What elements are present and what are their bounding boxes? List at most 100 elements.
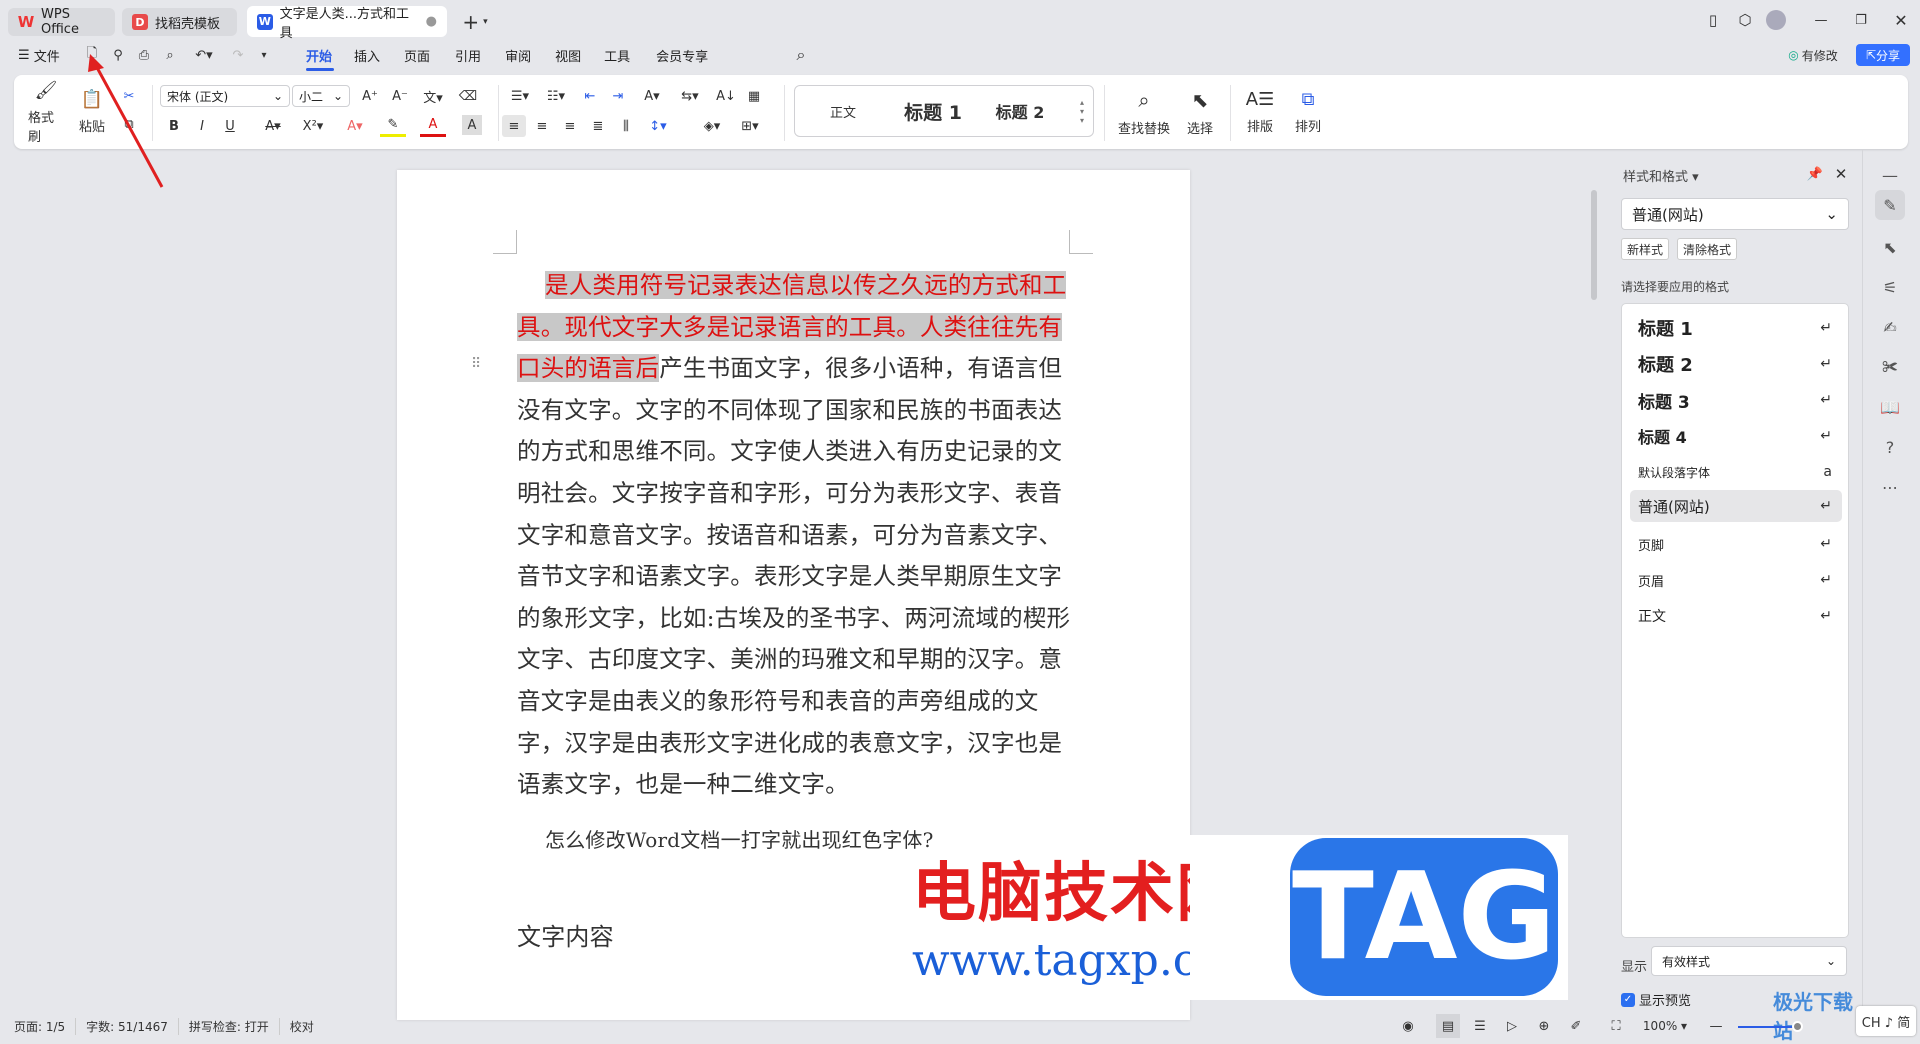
- menu-tab-7[interactable]: 会员专享: [656, 46, 708, 65]
- search-icon[interactable]: ⌕: [790, 44, 812, 66]
- sort-icon[interactable]: A↓: [716, 85, 736, 107]
- shading-button[interactable]: ◈▾: [698, 115, 726, 137]
- drag-handle-icon[interactable]: ⠿: [471, 356, 481, 372]
- tab-document[interactable]: W 文字是人类...方式和工具 ●: [247, 6, 447, 41]
- find-replace-button[interactable]: ⌕ 查找替换: [1114, 83, 1174, 141]
- page-indicator[interactable]: 页面: 1/5: [0, 1018, 77, 1035]
- web-view-icon[interactable]: ⊕: [1532, 1014, 1556, 1038]
- outline-view-icon[interactable]: ☰: [1468, 1014, 1492, 1038]
- adjust-sliders-icon[interactable]: ⚟: [1875, 272, 1905, 302]
- menu-tab-2[interactable]: 页面: [404, 46, 430, 65]
- collapse-icon[interactable]: —: [1875, 160, 1905, 190]
- new-tab-button[interactable]: + ▾: [455, 10, 495, 34]
- italic-button[interactable]: I: [192, 115, 212, 137]
- increase-indent-icon[interactable]: ⇥: [608, 85, 628, 107]
- align-left-button[interactable]: ≡: [502, 115, 526, 137]
- spell-check[interactable]: 拼写检查: 打开: [179, 1018, 280, 1035]
- text-direction-icon[interactable]: ⇆▾: [676, 85, 704, 107]
- cube-icon[interactable]: ⬡: [1732, 8, 1758, 32]
- menu-tab-0[interactable]: 开始: [306, 46, 332, 65]
- tools-icon[interactable]: ✀: [1875, 352, 1905, 382]
- style-item[interactable]: 标题 2 ↵: [1630, 348, 1842, 380]
- border-button[interactable]: ⊞▾: [736, 115, 764, 137]
- zoom-out-button[interactable]: —: [1706, 1014, 1726, 1038]
- text-effect-button[interactable]: A▾: [342, 115, 368, 137]
- phonetic-guide-icon[interactable]: 文▾: [418, 85, 448, 107]
- style-pen-icon[interactable]: ✎: [1875, 190, 1905, 220]
- line-spacing-button[interactable]: ↕▾: [644, 115, 672, 137]
- tab-docer[interactable]: D 找稻壳模板: [122, 8, 237, 36]
- minimize-button[interactable]: —: [1806, 8, 1836, 32]
- font-color-button[interactable]: A: [420, 115, 446, 137]
- share-button[interactable]: ⇱ 分享: [1856, 44, 1910, 66]
- style-item[interactable]: 正文 ↵: [1630, 600, 1842, 632]
- select-cursor-icon[interactable]: ⬉: [1875, 232, 1905, 262]
- style-heading-2[interactable]: 标题 2: [985, 98, 1055, 124]
- play-icon[interactable]: ▷: [1500, 1014, 1524, 1038]
- file-menu[interactable]: ☰ 文件: [18, 44, 60, 66]
- current-style-select[interactable]: 普通(网站) ⌄: [1621, 198, 1849, 230]
- ime-indicator[interactable]: CH ♪ 简: [1856, 1006, 1916, 1036]
- panel-title[interactable]: 样式和格式 ▾: [1623, 166, 1699, 185]
- font-size-select[interactable]: 小二 ⌄: [292, 85, 350, 107]
- zoom-level[interactable]: 100% ▾: [1640, 1014, 1690, 1038]
- clear-format-icon[interactable]: ⌫: [458, 85, 478, 107]
- layout-button[interactable]: A☰ 排版: [1240, 83, 1280, 141]
- menu-tab-6[interactable]: 工具: [604, 46, 630, 65]
- style-heading-1[interactable]: 标题 1: [893, 98, 973, 124]
- modified-status[interactable]: ◎ 有修改: [1783, 44, 1843, 66]
- style-normal[interactable]: 正文: [819, 100, 867, 122]
- style-item[interactable]: 默认段落字体 a: [1630, 456, 1842, 488]
- scroll-thumb[interactable]: [1591, 190, 1597, 300]
- show-preview-checkbox[interactable]: ✓ 显示预览: [1621, 990, 1691, 1009]
- menu-tab-5[interactable]: 视图: [555, 46, 581, 65]
- align-right-button[interactable]: ≡: [560, 115, 580, 137]
- eye-icon[interactable]: ◉: [1396, 1014, 1420, 1038]
- redo-button[interactable]: ↷: [228, 44, 248, 66]
- new-style-button[interactable]: 新样式: [1621, 238, 1669, 260]
- shrink-font-icon[interactable]: A⁻: [390, 85, 410, 107]
- underline-button[interactable]: U: [220, 115, 240, 137]
- fit-icon[interactable]: ⛶: [1604, 1014, 1628, 1038]
- clear-format-button[interactable]: 清除格式: [1677, 238, 1737, 260]
- close-button[interactable]: ✕: [1886, 8, 1916, 32]
- menu-tab-3[interactable]: 引用: [455, 46, 481, 65]
- word-count[interactable]: 字数: 51/1467: [76, 1018, 179, 1035]
- strikethrough-button[interactable]: A▾: [260, 115, 286, 137]
- zoom-slider-handle[interactable]: [1792, 1021, 1803, 1032]
- doc-edit-icon[interactable]: ✍: [1875, 312, 1905, 342]
- font-family-select[interactable]: 宋体 (正文) ⌄: [160, 85, 290, 107]
- style-item[interactable]: 普通(网站) ↵: [1630, 490, 1842, 522]
- more-icon[interactable]: ⋯: [1875, 472, 1905, 502]
- show-select[interactable]: 有效样式 ⌄: [1651, 946, 1847, 976]
- table-icon[interactable]: ▦: [744, 85, 764, 107]
- decrease-indent-icon[interactable]: ⇤: [580, 85, 600, 107]
- tab-wps-office[interactable]: W WPS Office: [8, 7, 115, 37]
- select-button[interactable]: ⬉ 选择: [1178, 83, 1222, 141]
- pin-icon[interactable]: 📌: [1805, 164, 1825, 184]
- style-item[interactable]: 标题 1 ↵: [1630, 312, 1842, 344]
- grow-font-icon[interactable]: A⁺: [360, 85, 380, 107]
- restore-button[interactable]: ❐: [1846, 8, 1876, 32]
- arrange-button[interactable]: ⧉ 排列: [1288, 83, 1328, 141]
- undo-button[interactable]: ↶▾: [188, 44, 220, 66]
- menu-tab-1[interactable]: 插入: [354, 46, 380, 65]
- close-panel-icon[interactable]: ✕: [1831, 164, 1851, 184]
- superscript-button[interactable]: X²▾: [300, 115, 326, 137]
- proofread[interactable]: 校对: [280, 1018, 324, 1035]
- gallery-scroll-icon[interactable]: ▴ ▾ ▾: [1075, 88, 1089, 134]
- body-text[interactable]: 产生书面文字，很多小语种，有语言但没有文字。文字的不同体现了国家和民族的书面表达…: [517, 354, 1070, 798]
- distributed-button[interactable]: ⫼: [616, 115, 636, 137]
- style-item[interactable]: 页眉 ↵: [1630, 564, 1842, 596]
- device-icon[interactable]: ▯: [1700, 8, 1726, 32]
- format-painter-button[interactable]: 🖌 格式刷: [28, 80, 64, 145]
- style-item[interactable]: 页脚 ↵: [1630, 528, 1842, 560]
- highlight-button[interactable]: ✎: [380, 115, 406, 137]
- vertical-scrollbar[interactable]: [1586, 150, 1602, 1010]
- char-shading-button[interactable]: A: [462, 115, 482, 135]
- more-chevron-icon[interactable]: ▾: [254, 44, 274, 66]
- avatar[interactable]: [1766, 10, 1786, 30]
- char-spacing-icon[interactable]: A▾: [638, 85, 666, 107]
- align-center-button[interactable]: ≡: [532, 115, 552, 137]
- book-search-icon[interactable]: 📖: [1875, 392, 1905, 422]
